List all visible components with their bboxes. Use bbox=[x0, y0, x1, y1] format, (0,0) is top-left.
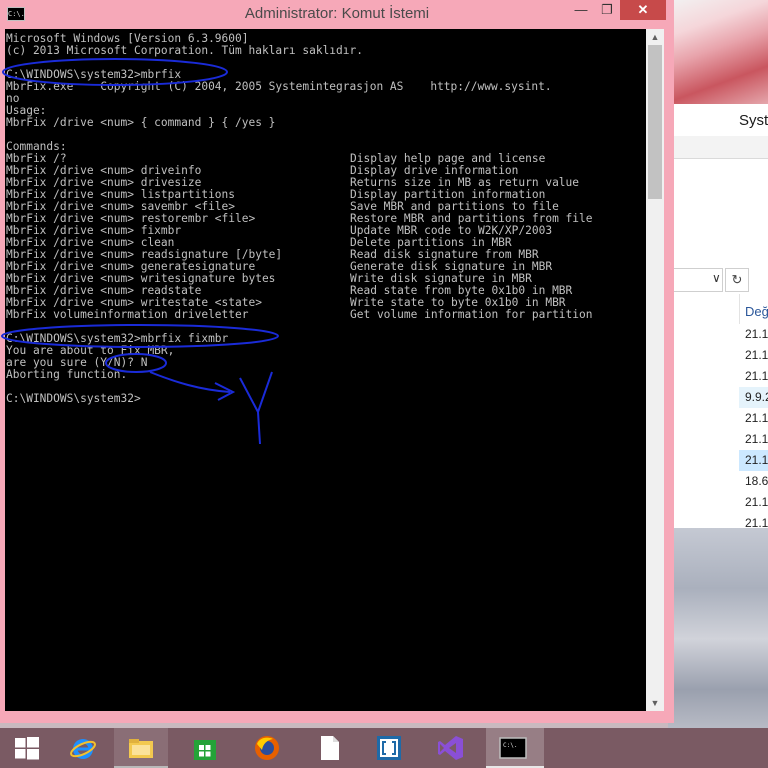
explorer-title: Syste bbox=[739, 112, 768, 129]
desktop-wallpaper-top bbox=[668, 0, 768, 110]
firefox-icon[interactable] bbox=[253, 734, 281, 762]
visual-studio-icon[interactable] bbox=[437, 734, 465, 762]
svg-text:C:\.: C:\. bbox=[503, 742, 517, 749]
list-item[interactable]: 21.1 bbox=[739, 429, 768, 450]
desktop-wallpaper-bottom bbox=[668, 528, 768, 730]
list-item[interactable]: 21.1 bbox=[739, 492, 768, 513]
console-line: MbrFix.exe Copyright (C) 2004, 2005 Syst… bbox=[6, 80, 552, 93]
windows-logo-icon[interactable] bbox=[13, 734, 41, 762]
close-button[interactable]: ✕ bbox=[620, 0, 666, 20]
refresh-icon[interactable]: ↻ bbox=[725, 268, 749, 292]
command-prompt-icon[interactable]: C:\. bbox=[499, 734, 527, 762]
list-item[interactable]: 21.1 bbox=[739, 450, 768, 471]
list-item[interactable]: 9.9.2 bbox=[739, 387, 768, 408]
taskbar-document[interactable] bbox=[302, 728, 356, 768]
maximize-button[interactable]: ❐ bbox=[594, 0, 620, 20]
console-output[interactable]: Microsoft Windows [Version 6.3.9600] (c) … bbox=[5, 29, 646, 711]
list-item[interactable]: 21.1 bbox=[739, 324, 768, 345]
console-line: (c) 2013 Microsoft Corporation. Tüm hakl… bbox=[6, 44, 363, 57]
internet-explorer-icon[interactable] bbox=[69, 734, 97, 762]
taskbar-store[interactable] bbox=[178, 728, 232, 768]
taskbar-command-prompt[interactable]: C:\. bbox=[486, 728, 544, 768]
taskbar-start[interactable] bbox=[0, 728, 54, 768]
title-bar[interactable]: C:\. Administrator: Komut İstemi — ❐ ✕ bbox=[0, 0, 674, 28]
list-item[interactable]: 21.1 bbox=[739, 345, 768, 366]
brackets-icon[interactable] bbox=[375, 734, 403, 762]
chevron-down-icon[interactable]: ∨ bbox=[712, 271, 721, 285]
console-line: C:\WINDOWS\system32> bbox=[6, 392, 141, 405]
taskbar-brackets[interactable] bbox=[362, 728, 416, 768]
document-icon[interactable] bbox=[315, 734, 343, 762]
taskbar-internet-explorer[interactable] bbox=[56, 728, 110, 768]
folder-icon[interactable] bbox=[127, 734, 155, 762]
list-item[interactable]: 21.1 bbox=[739, 366, 768, 387]
console-line: MbrFix volumeinformation driveletter bbox=[6, 308, 249, 321]
taskbar-firefox[interactable] bbox=[240, 728, 294, 768]
minimize-button[interactable]: — bbox=[568, 0, 594, 20]
taskbar-visual-studio[interactable] bbox=[424, 728, 478, 768]
column-divider bbox=[739, 294, 740, 324]
list-item[interactable]: 18.6 bbox=[739, 471, 768, 492]
list-item[interactable]: 21.1 bbox=[739, 408, 768, 429]
console-line: MbrFix /drive <num> { command } { /yes } bbox=[6, 116, 276, 129]
taskbar: C:\. bbox=[0, 728, 768, 768]
command-prompt-window[interactable]: C:\. Administrator: Komut İstemi — ❐ ✕ M… bbox=[0, 0, 674, 723]
store-icon[interactable] bbox=[191, 734, 219, 762]
scroll-down-arrow-icon[interactable]: ▼ bbox=[646, 695, 664, 711]
file-explorer-window[interactable]: Syste ∨ ↻ Değ 21.121.121.19.9.221.121.12… bbox=[668, 104, 768, 572]
column-header-date[interactable]: Değ bbox=[745, 304, 768, 319]
taskbar-file-explorer[interactable] bbox=[114, 728, 168, 768]
scrollbar-thumb[interactable] bbox=[648, 45, 662, 199]
explorer-ribbon bbox=[669, 136, 768, 159]
explorer-address-bar[interactable]: ∨ bbox=[673, 268, 723, 292]
scroll-up-arrow-icon[interactable]: ▲ bbox=[646, 29, 664, 45]
command-description: Get volume information for partition bbox=[350, 308, 593, 321]
vertical-scrollbar[interactable]: ▲ ▼ bbox=[646, 29, 664, 711]
console-line: Aborting function. bbox=[6, 368, 128, 381]
